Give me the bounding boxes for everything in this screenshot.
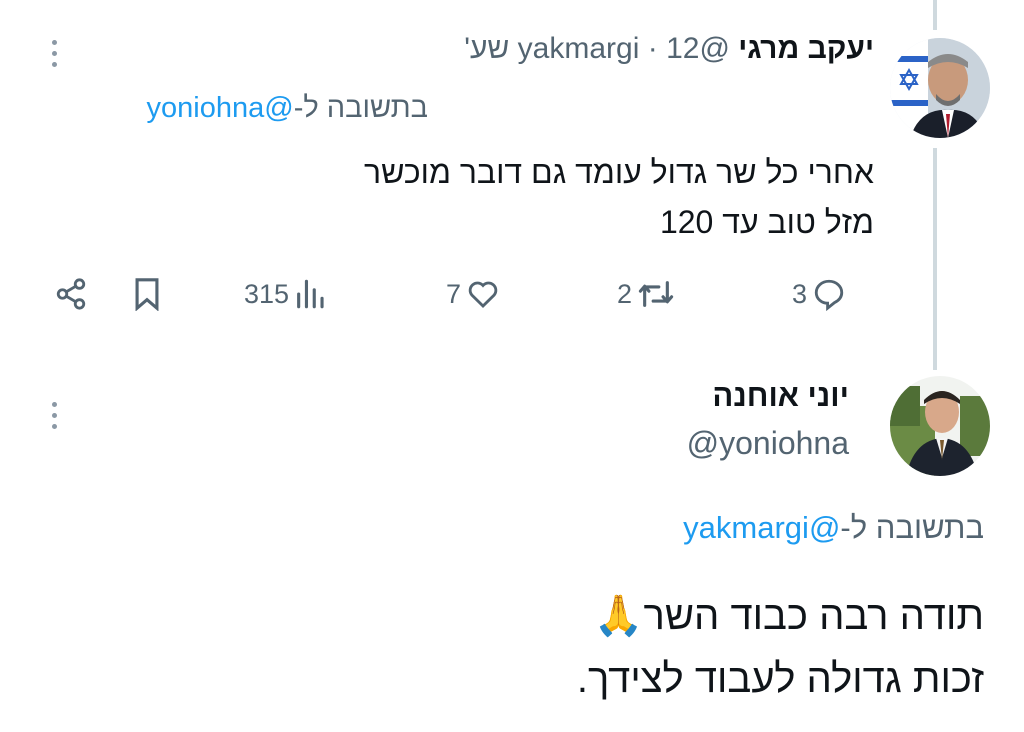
reply-button[interactable]: 3 (792, 272, 847, 316)
avatar[interactable] (890, 38, 990, 138)
tweet-text-line: אחרי כל שר גדול עומד גם דובר מוכשר (364, 154, 874, 190)
bookmark-icon (135, 278, 159, 311)
reply-to-link[interactable]: @yoniohna (147, 92, 294, 124)
tweet-text: תודה רבה כבוד השר🙏 זכות גדולה לעבוד לציד… (577, 585, 984, 711)
more-vertical-icon (51, 402, 57, 407)
reply-icon (814, 279, 844, 311)
retweets-count: 2 (617, 278, 633, 309)
views-count: 315 (244, 278, 290, 309)
thread-line (933, 148, 937, 370)
reply-prefix: בתשובה ל- (293, 92, 428, 124)
more-options-button[interactable] (44, 40, 64, 67)
more-options-button[interactable] (44, 402, 64, 429)
handle[interactable]: @yoniohna (687, 425, 849, 462)
tweet-text-line: מזל טוב עד 120 (659, 204, 874, 240)
bookmark-button[interactable] (132, 272, 162, 316)
like-button[interactable]: 7 (446, 272, 501, 316)
views-icon (297, 279, 324, 309)
display-name[interactable]: יוני אוחנה (712, 378, 849, 414)
tweet-text-line: זכות גדולה לעבוד לצידך. (576, 657, 984, 701)
likes-count: 7 (446, 278, 462, 309)
avatar[interactable] (890, 376, 990, 476)
action-bar: 315 7 2 3 (0, 272, 1024, 316)
tweet-text: אחרי כל שר גדול עומד גם דובר מוכשר מזל ט… (364, 147, 874, 247)
heart-icon (468, 281, 498, 309)
tweet-text-line: תודה רבה כבוד השר🙏 (593, 594, 984, 638)
display-name[interactable]: יעקב מרגי (738, 32, 874, 65)
tweet-header: יעקב מרגי @yakmargi · 12 שע' (464, 32, 874, 66)
reply-to-link[interactable]: @yakmargi (683, 510, 840, 545)
share-button[interactable] (54, 272, 88, 316)
more-vertical-icon (51, 40, 57, 45)
retweet-button[interactable]: 2 (617, 272, 676, 316)
retweet-icon (638, 281, 674, 307)
reply-context: בתשובה ל-@yoniohna (147, 92, 428, 125)
reply-prefix: בתשובה ל- (840, 510, 984, 545)
share-icon (56, 278, 86, 310)
separator: · (647, 32, 658, 65)
replies-count: 3 (792, 278, 808, 309)
thread-line (933, 0, 937, 30)
reply-context: בתשובה ל-@yakmargi (683, 510, 984, 546)
views-button[interactable]: 315 (244, 272, 327, 316)
handle[interactable]: @yakmargi (518, 32, 730, 65)
